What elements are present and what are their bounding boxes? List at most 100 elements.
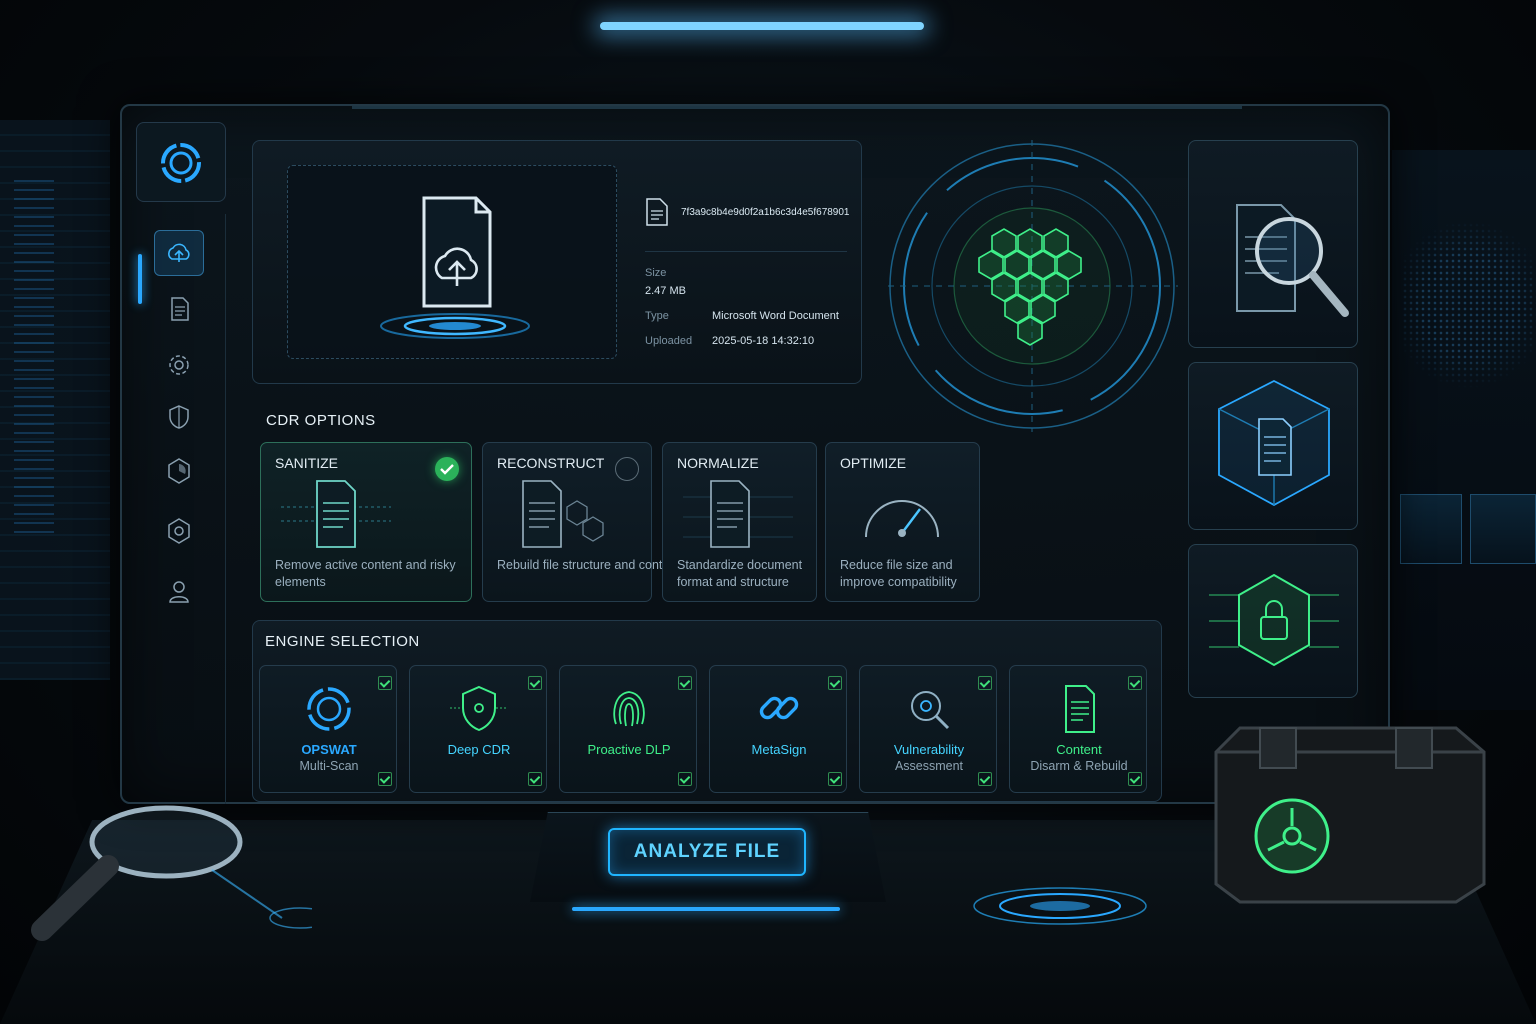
inspect-document-card[interactable] [1188, 140, 1358, 348]
uploaded-label: Uploaded [645, 335, 693, 347]
background-monitor [1470, 494, 1536, 564]
hexagon-lock-icon [1209, 573, 1339, 667]
document-icon [171, 297, 189, 321]
engine-name: Content [1056, 742, 1102, 757]
cloud-upload-icon [168, 243, 190, 262]
upload-dropzone[interactable] [287, 165, 617, 359]
shield-circuit-icon [450, 685, 508, 732]
sidebar-item-documents[interactable] [154, 286, 204, 332]
engine-card-metasign[interactable]: MetaSign [709, 665, 847, 793]
engine-checkbox[interactable] [978, 772, 992, 786]
type-label: Type [645, 310, 669, 322]
option-title: NORMALIZE [677, 455, 759, 471]
engine-checkbox[interactable] [378, 676, 392, 690]
status-glow-bar [572, 907, 840, 911]
sidebar-item-profile[interactable] [154, 568, 204, 614]
secure-lock-card[interactable] [1188, 544, 1358, 698]
unselected-radio-icon[interactable] [615, 457, 639, 481]
speedometer-icon [865, 500, 939, 538]
normalize-document-icon [683, 480, 793, 548]
ceiling-light [600, 22, 924, 30]
document-icon [1065, 685, 1095, 733]
sidebar-item-security[interactable] [154, 394, 204, 440]
world-map-display [1402, 210, 1536, 420]
magnifying-glass-icon [31, 805, 312, 941]
file-hash: 7f3a9c8b4e9d0f2a1b6c3d4e5f678901 [681, 207, 850, 218]
option-title: RECONSTRUCT [497, 455, 605, 471]
engine-selection-panel: ENGINE SELECTION OPSWAT Multi-Scan Deep … [252, 620, 1162, 802]
app-logo-tile[interactable] [136, 122, 226, 202]
cdr-options-panel: CDR OPTIONS SANITIZE Remove active conte… [252, 400, 980, 608]
sidebar-item-settings[interactable] [154, 342, 204, 388]
uploaded-value: 2025-05-18 14:32:10 [712, 335, 815, 347]
opswat-ring-icon [307, 687, 351, 731]
engine-card-deep-cdr[interactable]: Deep CDR [409, 665, 547, 793]
engine-subtitle: Assessment [894, 759, 964, 773]
engine-checkbox[interactable] [678, 772, 692, 786]
scan-radar-display [888, 140, 1178, 432]
reconstruct-document-icon [522, 480, 604, 548]
biohazard-magnifier-icon [911, 691, 950, 730]
background-monitor [1400, 494, 1462, 564]
shield-icon [169, 405, 189, 429]
engine-card-vulnerability[interactable]: Vulnerability Assessment [859, 665, 997, 793]
size-label: Size [645, 267, 667, 279]
engine-checkbox[interactable] [678, 676, 692, 690]
sidebar-item-network[interactable] [154, 508, 204, 554]
analyze-file-button[interactable]: ANALYZE FILE [608, 828, 806, 876]
option-title: SANITIZE [275, 455, 339, 471]
fingerprint-icon [613, 691, 645, 727]
option-title: OPTIMIZE [840, 455, 907, 471]
size-value: 2.47 MB [645, 285, 686, 297]
server-rack-lights [14, 180, 54, 540]
console-edge [352, 106, 1242, 109]
engine-checkbox[interactable] [978, 676, 992, 690]
cdr-option-normalize[interactable]: NORMALIZE Standardize document format an… [662, 442, 817, 602]
hologram-pad [973, 887, 1147, 925]
engine-checkbox[interactable] [528, 772, 542, 786]
option-description: Standardize document format and structur… [677, 558, 803, 589]
engine-name: MetaSign [751, 742, 807, 757]
engine-name: Proactive DLP [587, 742, 671, 757]
engine-checkbox[interactable] [828, 676, 842, 690]
engine-card-content-disarm[interactable]: Content Disarm & Rebuild [1009, 665, 1147, 793]
sandbox-cube-card[interactable] [1188, 362, 1358, 530]
opswat-logo-icon [161, 143, 201, 183]
option-description: Rebuild file structure and content [497, 558, 680, 572]
engine-card-opswat[interactable]: OPSWAT Multi-Scan [259, 665, 397, 793]
sidebar-item-reports[interactable] [154, 448, 204, 494]
pie-chart-hex-icon [168, 458, 190, 484]
meta-divider [645, 251, 847, 252]
sanitize-document-icon [281, 480, 391, 548]
gear-icon [169, 355, 189, 375]
option-description: Reduce file size and improve compatibili… [840, 558, 957, 589]
engine-checkbox[interactable] [528, 676, 542, 690]
user-icon [169, 581, 189, 603]
engine-name: OPSWAT [301, 742, 357, 757]
engine-selection-title: ENGINE SELECTION [265, 633, 420, 650]
type-value: Microsoft Word Document [712, 310, 839, 322]
selected-check-icon[interactable] [435, 457, 459, 481]
cube-document-icon [1218, 379, 1330, 507]
document-icon [646, 198, 668, 226]
sidebar-item-upload[interactable] [154, 230, 204, 276]
engine-checkbox[interactable] [828, 772, 842, 786]
cdr-option-reconstruct[interactable]: RECONSTRUCT Rebuild file structure and c… [482, 442, 680, 602]
cdr-options-title: CDR OPTIONS [266, 412, 376, 429]
hexagon-node-icon [168, 518, 190, 544]
cdr-option-optimize[interactable]: OPTIMIZE Reduce file size and improve co… [825, 442, 980, 602]
biohazard-case-icon [1214, 726, 1486, 904]
engine-checkbox[interactable] [378, 772, 392, 786]
option-description: Remove active content and risky elements [275, 558, 456, 589]
engine-card-proactive-dlp[interactable]: Proactive DLP [559, 665, 697, 793]
sidebar-active-indicator [138, 254, 142, 304]
document-magnifier-icon [1236, 204, 1349, 317]
engine-checkbox[interactable] [1128, 772, 1142, 786]
engine-subtitle: Multi-Scan [299, 759, 359, 773]
cdr-option-sanitize[interactable]: SANITIZE Remove active content and risky… [260, 442, 472, 602]
engine-name: Deep CDR [447, 742, 511, 757]
file-upload-panel: 7f3a9c8b4e9d0f2a1b6c3d4e5f678901 Size 2.… [252, 140, 862, 384]
engine-checkbox[interactable] [1128, 676, 1142, 690]
chain-link-icon [759, 696, 799, 720]
engine-name: Vulnerability [893, 742, 965, 757]
